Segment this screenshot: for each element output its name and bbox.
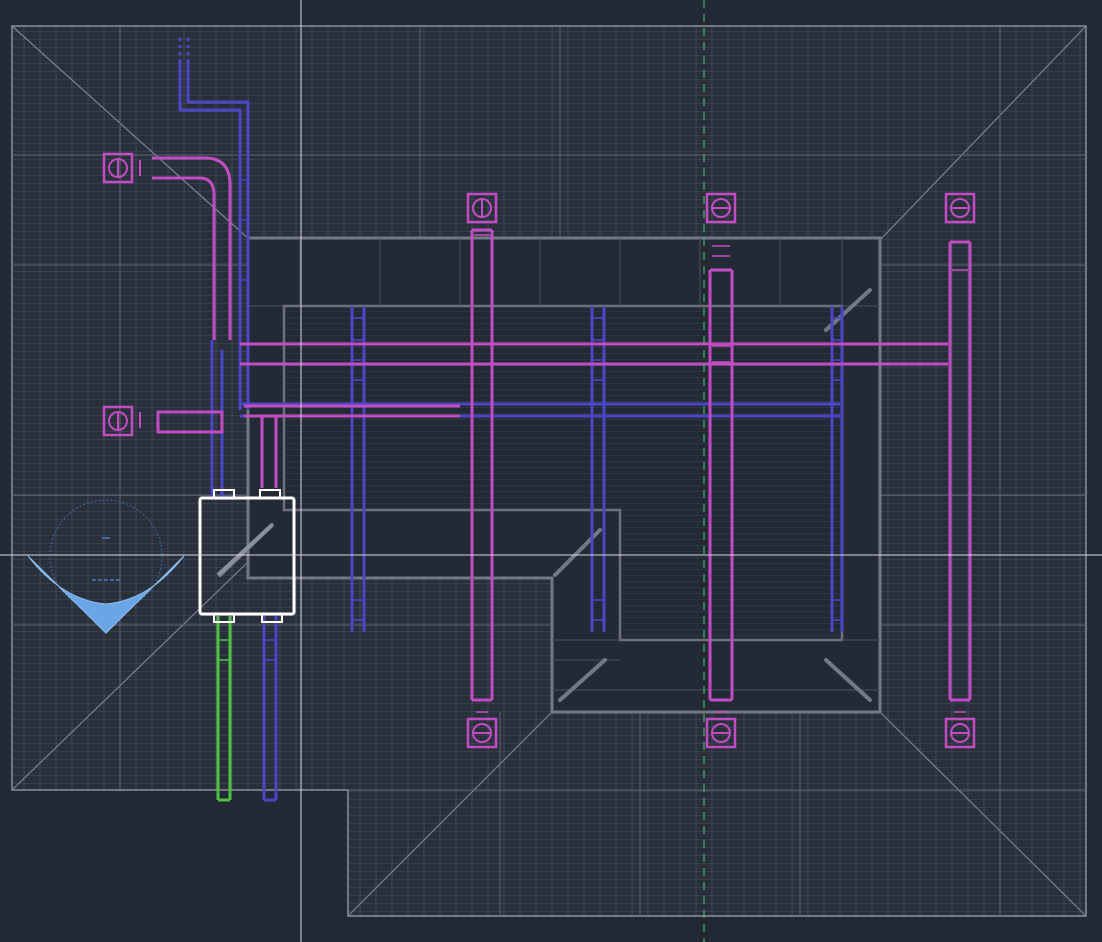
drawing-area[interactable]: [0, 0, 1102, 942]
cad-canvas[interactable]: [0, 0, 1102, 942]
